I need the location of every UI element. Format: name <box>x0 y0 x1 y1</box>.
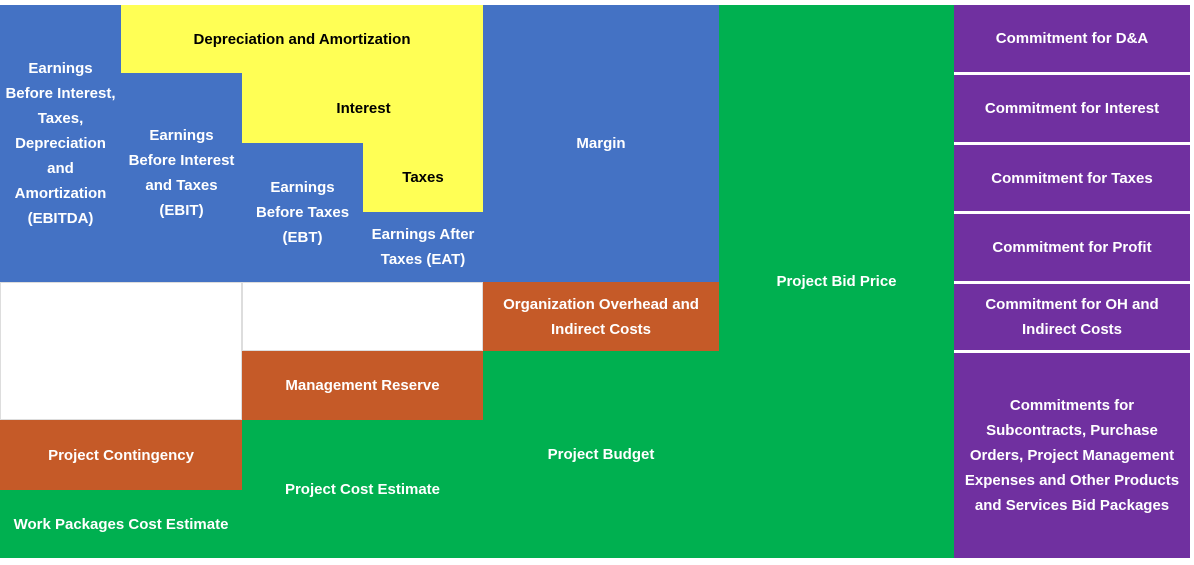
margin-label: Margin <box>576 135 626 152</box>
commitment-label: Commitments for Subcontracts, Purchase O… <box>964 397 1180 514</box>
interest-block: Interest <box>242 73 483 143</box>
commitment-profit: Commitment for Profit <box>954 214 1190 281</box>
empty-cell <box>0 282 242 420</box>
ebt-block: Earnings Before Taxes (EBT) <box>242 143 363 282</box>
da-block: Depreciation and Amortization <box>121 5 483 73</box>
work-packages-block: Work Packages Cost Estimate <box>0 490 242 558</box>
management-reserve-label: Management Reserve <box>285 377 440 394</box>
bid-price-block: Project Bid Price <box>719 5 954 558</box>
da-label: Depreciation and Amortization <box>193 30 411 48</box>
overhead-label: Organization Overhead and Indirect Costs <box>503 295 699 338</box>
commitment-label: Commitment for OH and Indirect Costs <box>985 296 1159 338</box>
work-packages-label: Work Packages Cost Estimate <box>13 515 229 533</box>
ebitda-label: Earnings Before Interest, Taxes, Depreci… <box>5 60 116 227</box>
margin-block: Margin <box>483 5 719 282</box>
ebit-block: Earnings Before Interest and Taxes (EBIT… <box>121 73 242 282</box>
eat-label: Earnings After Taxes (EAT) <box>371 226 475 268</box>
budget-block: Project Budget <box>483 351 719 558</box>
interest-label: Interest <box>336 99 391 117</box>
overhead-block: Organization Overhead and Indirect Costs <box>483 282 719 351</box>
commitment-taxes: Commitment for Taxes <box>954 145 1190 211</box>
ebit-label: Earnings Before Interest and Taxes (EBIT… <box>128 126 235 219</box>
empty-cell <box>242 282 483 351</box>
commitment-label: Commitment for Interest <box>984 100 1160 117</box>
ebitda-block: Earnings Before Interest, Taxes, Depreci… <box>0 5 121 282</box>
ebt-label: Earnings Before Taxes (EBT) <box>255 179 350 246</box>
contingency-label: Project Contingency <box>48 446 194 464</box>
commitment-label: Commitment for Taxes <box>991 169 1153 187</box>
contingency-block: Project Contingency <box>0 420 242 490</box>
cost-estimate-label: Project Cost Estimate <box>284 480 441 498</box>
budget-label: Project Budget <box>547 446 655 463</box>
commitment-label: Commitment for D&A <box>995 30 1149 47</box>
bid-price-label: Project Bid Price <box>776 273 897 290</box>
taxes-block: Taxes <box>363 143 483 212</box>
commitment-da: Commitment for D&A <box>954 5 1190 72</box>
commitment-label: Commitment for Profit <box>992 239 1152 256</box>
eat-block: Earnings After Taxes (EAT) <box>363 212 483 282</box>
management-reserve-block: Management Reserve <box>242 351 483 420</box>
cost-estimate-block: Project Cost Estimate <box>242 420 483 558</box>
commitment-overhead: Commitment for OH and Indirect Costs <box>954 284 1190 350</box>
taxes-label: Taxes <box>402 169 444 186</box>
commitment-bid-packages: Commitments for Subcontracts, Purchase O… <box>954 353 1190 558</box>
commitment-interest: Commitment for Interest <box>954 75 1190 142</box>
